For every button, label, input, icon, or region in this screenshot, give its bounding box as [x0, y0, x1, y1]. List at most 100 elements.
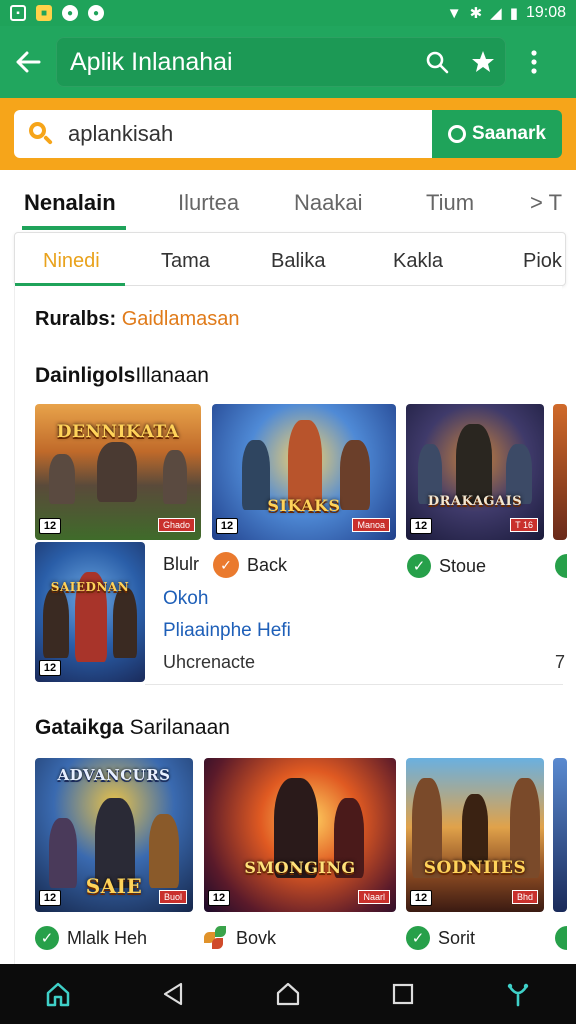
section-title-1-rest: Illanaan — [135, 364, 209, 387]
price-tag: Bhd — [511, 890, 538, 904]
age-rating-badge: 12 — [410, 518, 432, 534]
section-title-2-rest: Sarilanaan — [129, 716, 230, 739]
tab-secondary-3[interactable]: Balika — [271, 250, 325, 273]
detail-line-1: Blulr — [163, 554, 199, 575]
featured-game-card[interactable]: SAIEDNAN 12 — [35, 542, 145, 682]
game-8-meta-partial — [555, 926, 567, 950]
app-bar: Aplik Inlanahai — [0, 26, 576, 98]
search-input[interactable] — [68, 121, 408, 147]
age-rating-badge: 12 — [39, 890, 61, 906]
detail-label: Blulr — [163, 554, 200, 574]
detail-check-partial — [555, 554, 567, 578]
game-7-meta: ✓ Sorit — [406, 926, 475, 950]
check-icon: ✓ — [406, 926, 430, 950]
detail-link-2[interactable]: Pliaainphe Hefi — [163, 620, 291, 642]
detail-check-label: Stoue — [439, 555, 487, 576]
section-title-2-bold: Gataikga — [35, 716, 124, 739]
game-title-7: SODNIIES — [423, 858, 527, 878]
tab-primary-1[interactable]: Nenalain — [24, 190, 116, 216]
character-figure — [43, 588, 69, 658]
content-panel: Ruralbs: Gaidlamasan DainligolsIllanaan … — [14, 286, 567, 966]
tab-secondary-4[interactable]: Kakla — [393, 250, 443, 273]
price-tag: Manoa — [352, 518, 390, 532]
age-rating-badge: 12 — [208, 890, 230, 906]
vibrate-icon: ✱ — [469, 5, 483, 22]
battery-icon: ▮ — [509, 5, 518, 22]
detail-badge-label: Back — [247, 554, 288, 575]
game-card-8-partial[interactable] — [553, 758, 567, 912]
age-rating-badge: 12 — [39, 518, 61, 534]
back-arrow-icon[interactable] — [0, 26, 56, 98]
message-icon: ● — [62, 5, 78, 21]
game-card-2[interactable]: SIKAKS 12 Manoa — [212, 404, 396, 540]
game-7-meta-label: Sorit — [438, 927, 476, 948]
check-icon: ✓ — [407, 554, 431, 578]
game-card-1[interactable]: DENNIKATA 12 Ghado — [35, 404, 201, 540]
primary-tab-indicator — [22, 226, 126, 230]
detail-check: ✓ Stoue — [407, 554, 486, 578]
tab-primary-4[interactable]: Tium — [426, 190, 474, 216]
search-box[interactable] — [14, 110, 434, 158]
game-card-3[interactable]: DRAKAGAIS 12 T 16 — [406, 404, 544, 540]
assistant-icon[interactable] — [488, 964, 548, 1024]
featured-game-title: SAIEDNAN — [50, 580, 130, 594]
more-options-icon[interactable] — [506, 26, 562, 98]
system-nav-bar — [0, 964, 576, 1024]
tab-secondary-5[interactable]: Piok — [523, 250, 562, 273]
status-bar: ▪ ■ ● ● ▼ ✱ ◢ ▮ 19:08 — [0, 0, 576, 26]
home-app-icon[interactable] — [28, 964, 88, 1024]
tab-primary-2[interactable]: Ilurtea — [178, 190, 239, 216]
price-tag: Ghado — [157, 518, 195, 532]
search-band: Saanark — [0, 98, 576, 170]
wifi-icon: ▼ — [446, 4, 462, 22]
status-right-icons: ▼ ✱ ◢ ▮ 19:08 — [447, 4, 566, 22]
search-icon[interactable] — [414, 39, 460, 85]
hero-figure — [462, 794, 488, 864]
detail-plain-text: Uhcrenacte — [163, 652, 256, 672]
tab-primary-3[interactable]: Naakai — [294, 190, 362, 216]
game-title-1: DENNIKATA — [56, 422, 180, 442]
search-field-icon — [28, 121, 54, 147]
app-title: Aplik Inlanahai — [70, 47, 233, 76]
price-tag: T 16 — [510, 518, 538, 532]
check-icon — [555, 926, 567, 950]
price-tag: Naarl — [358, 890, 390, 904]
results-value[interactable]: Gaidlamasan — [122, 308, 240, 330]
game-title-6: SMONGING — [244, 858, 356, 877]
results-label: Ruralbs: — [35, 308, 117, 330]
nav-recents-icon[interactable] — [373, 964, 433, 1024]
tower-shape — [49, 454, 75, 504]
section-title-1: DainligolsIllanaan — [35, 364, 209, 388]
age-rating-badge: 12 — [216, 518, 238, 534]
star-icon[interactable] — [460, 39, 506, 85]
primary-tabs: Nenalain Ilurtea Naakai Tium > T — [0, 172, 576, 230]
chat-icon: ● — [88, 5, 104, 21]
detail-badge[interactable]: ✓ Back — [213, 552, 287, 578]
game-card-7[interactable]: SODNIIES 12 Bhd — [406, 758, 544, 912]
orange-badge-icon: ✓ — [213, 552, 239, 578]
age-rating-badge: 12 — [410, 890, 432, 906]
game-card-6[interactable]: SMONGING 12 Naarl — [204, 758, 396, 912]
secondary-tabs: Ninedi Tama Balika Kakla Piok — [14, 232, 566, 286]
tab-primary-5[interactable]: > T — [530, 190, 562, 216]
game-card-4-partial[interactable] — [553, 404, 567, 540]
tab-secondary-1[interactable]: Ninedi — [43, 250, 100, 273]
check-icon: ✓ — [35, 926, 59, 950]
detail-link-1[interactable]: Okoh — [163, 588, 208, 610]
divider — [145, 684, 563, 685]
game-card-5[interactable]: ADVANCURS SAIE 12 Buol — [35, 758, 193, 912]
tower-shape — [163, 450, 187, 504]
section-title-1-bold: Dainligols — [35, 364, 136, 387]
leaf-icon — [204, 926, 228, 950]
nav-back-icon[interactable] — [143, 964, 203, 1024]
sim-icon: ▪ — [10, 5, 26, 21]
check-icon — [555, 554, 567, 578]
search-button[interactable]: Saanark — [432, 110, 562, 158]
detail-right-mark: 7 — [555, 652, 566, 672]
game-6-meta-label: Bovk — [236, 927, 277, 948]
game-art-8 — [553, 758, 567, 912]
nav-home-icon[interactable] — [258, 964, 318, 1024]
tab-secondary-2[interactable]: Tama — [161, 250, 210, 273]
search-button-icon — [448, 125, 467, 143]
section-title-2: Gataikga Sarilanaan — [35, 716, 230, 740]
